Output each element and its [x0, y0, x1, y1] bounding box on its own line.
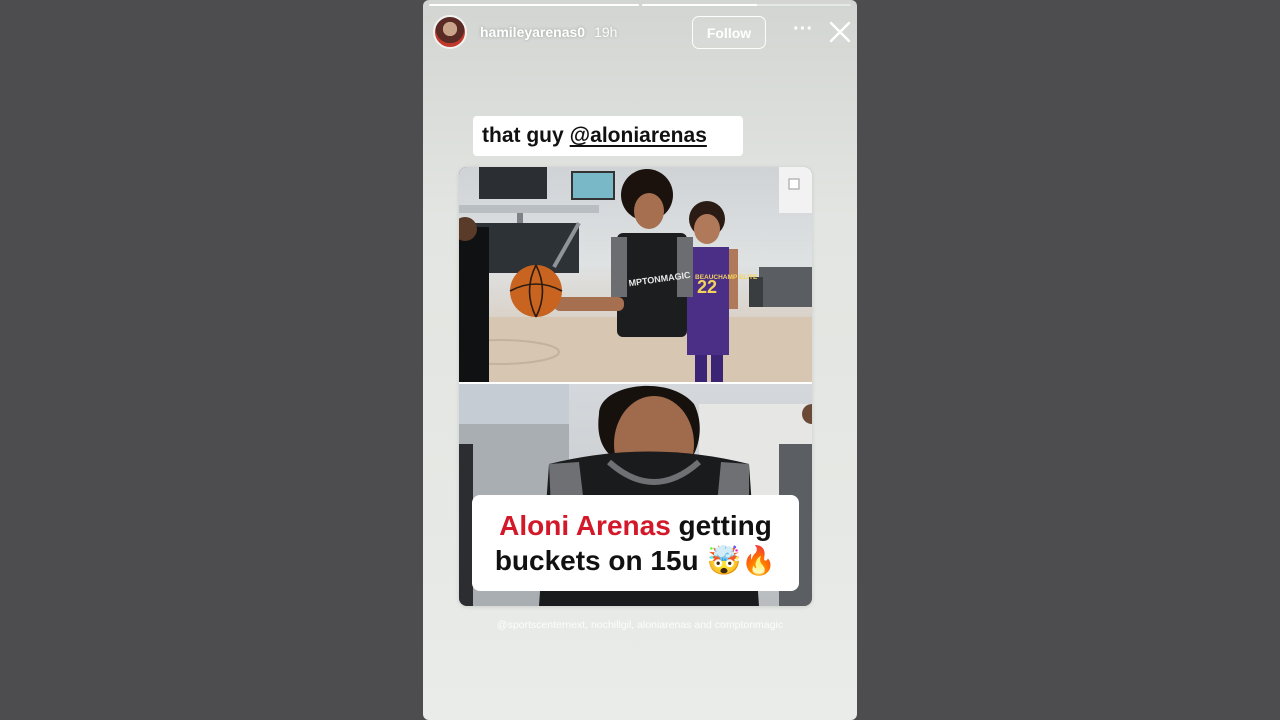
headline-name: Aloni Arenas	[499, 510, 671, 541]
story-progress	[429, 4, 851, 7]
emoji-icon: 🤯🔥	[706, 545, 777, 576]
headline-rest: getting	[670, 510, 772, 541]
headline-line-1: Aloni Arenas getting	[499, 508, 772, 543]
headline-line2-text: buckets on 15u	[494, 545, 699, 576]
progress-segment	[641, 4, 851, 6]
avatar[interactable]	[433, 15, 467, 49]
post-photo-bottom: Aloni Arenas getting buckets on 15u 🤯🔥	[459, 384, 812, 606]
headline-line-2: buckets on 15u 🤯🔥	[495, 543, 776, 578]
close-icon[interactable]	[826, 18, 854, 46]
caption-text: that guy	[482, 124, 564, 147]
tagged-accounts[interactable]: @sportscenternext, nochillgil, aloniaren…	[423, 619, 857, 631]
post-photo-top: BEAUCHAMP ELITE 22 MPTONMAGIC	[459, 167, 812, 382]
story-caption: that guy @aloniarenas	[473, 116, 743, 156]
post-headline: Aloni Arenas getting buckets on 15u 🤯🔥	[472, 495, 799, 591]
story-viewer: hamileyarenas0 19h Follow ··· that guy @…	[423, 0, 857, 720]
gym-scene: BEAUCHAMP ELITE 22 MPTONMAGIC	[459, 167, 812, 382]
post-time: 19h	[594, 24, 618, 40]
username[interactable]: hamileyarenas0	[480, 24, 585, 40]
follow-button[interactable]: Follow	[692, 16, 766, 49]
story-header: hamileyarenas0 19h Follow ···	[433, 14, 851, 50]
jersey-number: 22	[697, 277, 717, 297]
more-icon[interactable]: ···	[788, 19, 818, 44]
shared-post[interactable]: BEAUCHAMP ELITE 22 MPTONMAGIC Aloni Aren…	[459, 167, 812, 606]
progress-segment	[429, 4, 639, 6]
caption-mention[interactable]: @aloniarenas	[570, 124, 707, 148]
